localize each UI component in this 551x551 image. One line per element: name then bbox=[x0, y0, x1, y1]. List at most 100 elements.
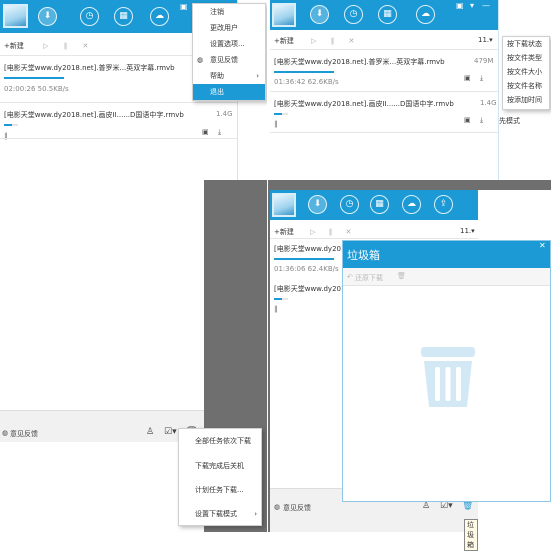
pause-icon[interactable]: ∥ bbox=[64, 42, 68, 50]
delete-icon[interactable]: ✕ bbox=[348, 37, 354, 45]
pause-icon[interactable]: ∥ bbox=[274, 305, 344, 313]
file-name: [电影天堂www.dy2018.net].普罗米 bbox=[274, 245, 390, 253]
sort-icon[interactable]: 11.▾ bbox=[460, 227, 475, 235]
file-name: [电影天堂www.dy2018.net].画皮II......D国语中字.rmv… bbox=[274, 100, 454, 108]
menu-item-feedback[interactable]: ◍ 意见反馈 bbox=[193, 52, 265, 68]
start-icon[interactable]: ▷ bbox=[43, 42, 48, 50]
panel-bottom-left: ◍ 意见反馈 ♙ ☑▾ 🗑 全部任务依次下载 下载完成后关机 计划任务下载...… bbox=[0, 180, 268, 532]
submenu-arrow-icon: › bbox=[254, 510, 257, 518]
pause-icon[interactable]: ∥ bbox=[274, 120, 496, 128]
speed-info: 01:36:42 62.6KB/s bbox=[274, 78, 339, 86]
share-icon[interactable]: ⇪ bbox=[434, 195, 453, 214]
sort-by-size[interactable]: 按文件大小 bbox=[503, 65, 549, 79]
menu-peek-text: 先模式 bbox=[499, 117, 520, 125]
calendar-icon[interactable]: ▦ bbox=[378, 5, 397, 24]
feedback-link[interactable]: 意见反馈 bbox=[283, 503, 311, 513]
file-size: 1.4G bbox=[216, 110, 233, 118]
speed-info: 01:36:06 62.4KB/s bbox=[274, 265, 339, 273]
feedback-link[interactable]: 意见反馈 bbox=[10, 429, 38, 439]
toolbar: +新建 ▷ ∥ ✕ bbox=[274, 227, 474, 237]
restore-button[interactable]: 还原下载 bbox=[355, 273, 383, 283]
delete-forever-icon[interactable]: 🗑 bbox=[397, 272, 406, 280]
play-icon[interactable]: ▣ bbox=[464, 74, 471, 82]
toolbar: +新建 ▷ ∥ ✕ bbox=[274, 36, 494, 46]
progress-bar bbox=[4, 77, 64, 79]
new-task-button[interactable]: +新建 bbox=[4, 42, 24, 50]
trash-icon[interactable]: 🗑 bbox=[462, 501, 473, 511]
download-icon[interactable]: ⬇ bbox=[38, 7, 57, 26]
menu-item-help[interactable]: 帮助 › bbox=[193, 68, 265, 84]
menu-item-shutdown-after[interactable]: 下载完成后关机 bbox=[179, 454, 261, 478]
menu-item-exit[interactable]: 退出 bbox=[193, 84, 265, 100]
new-task-button[interactable]: +新建 bbox=[274, 228, 294, 236]
download-icon[interactable]: ⬇ bbox=[308, 195, 327, 214]
shirt-icon[interactable]: ♙ bbox=[146, 427, 154, 437]
calendar-icon[interactable]: ▦ bbox=[114, 7, 133, 26]
clock-icon[interactable]: ◷ bbox=[80, 7, 99, 26]
download-row[interactable]: [电影天堂www.dy2018.net].画皮II ∥ bbox=[274, 284, 387, 313]
checkbox-menu-icon[interactable]: ☑▾ bbox=[440, 501, 453, 511]
sort-by-name[interactable]: 按文件名称 bbox=[503, 79, 549, 93]
play-icon[interactable]: ▣ bbox=[202, 128, 209, 136]
menu-item-logout[interactable]: 注销 bbox=[193, 4, 265, 20]
user-avatar[interactable] bbox=[272, 3, 296, 27]
feedback-icon: ◍ bbox=[2, 429, 9, 437]
skin-icon[interactable]: ▣ bbox=[456, 2, 464, 10]
file-name: [电影天堂www.dy2018.net].画皮II bbox=[274, 285, 387, 293]
folder-icon[interactable]: ⤓ bbox=[480, 74, 483, 83]
delete-icon[interactable]: ✕ bbox=[82, 42, 88, 50]
menu-item-change-user[interactable]: 更改用户 bbox=[193, 20, 265, 36]
file-name: [电影天堂www.dy2018.net].画皮II......D国语中字.rmv… bbox=[4, 111, 184, 119]
pause-icon[interactable]: ∥ bbox=[329, 228, 333, 236]
progress-bar bbox=[274, 113, 282, 115]
calendar-icon[interactable]: ▦ bbox=[370, 195, 389, 214]
download-row[interactable]: [电影天堂www.dy2018.net].普罗米...英双字幕.rmvb 479… bbox=[274, 57, 496, 86]
folder-icon[interactable]: ⤓ bbox=[480, 116, 483, 125]
menu-item-download-mode[interactable]: 设置下载模式 › bbox=[179, 502, 261, 526]
delete-icon[interactable]: ✕ bbox=[345, 228, 351, 236]
minimize-icon[interactable]: — bbox=[482, 2, 490, 10]
sort-icon[interactable]: 11.▾ bbox=[478, 36, 493, 44]
progress-bar bbox=[274, 298, 282, 300]
menu-icon[interactable]: ▾ bbox=[470, 2, 474, 10]
sort-by-added-time[interactable]: 按添加时间 bbox=[503, 93, 549, 107]
close-icon[interactable]: ✕ bbox=[539, 242, 546, 250]
checkbox-menu-icon[interactable]: ☑▾ bbox=[164, 427, 177, 437]
sort-by-type[interactable]: 按文件类型 bbox=[503, 51, 549, 65]
trash-toolbar: ↶ 还原下载 🗑 bbox=[343, 268, 550, 286]
download-row[interactable]: [电影天堂www.dy2018.net].画皮II......D国语中字.rmv… bbox=[4, 110, 234, 140]
feedback-icon: ◍ bbox=[197, 56, 204, 64]
cloud-download-icon[interactable]: ☁ bbox=[150, 7, 169, 26]
file-name: [电影天堂www.dy2018.net].普罗米...英双字幕.rmvb bbox=[274, 58, 445, 66]
app-header: ⬇ ◷ ▦ ☁ ⇪ bbox=[270, 190, 478, 220]
pause-icon[interactable]: ∥ bbox=[331, 37, 335, 45]
new-task-button[interactable]: +新建 bbox=[274, 37, 294, 45]
cloud-download-icon[interactable]: ☁ bbox=[416, 5, 435, 24]
folder-icon[interactable]: ⤓ bbox=[218, 128, 221, 137]
start-icon[interactable]: ▷ bbox=[310, 228, 315, 236]
play-icon[interactable]: ▣ bbox=[464, 116, 471, 124]
user-avatar[interactable] bbox=[3, 4, 28, 28]
download-icon[interactable]: ⬇ bbox=[310, 5, 329, 24]
file-size: 479M bbox=[474, 57, 494, 65]
clock-icon[interactable]: ◷ bbox=[340, 195, 359, 214]
main-menu: 注销 更改用户 设置选项... ◍ 意见反馈 帮助 › 退出 bbox=[192, 3, 266, 101]
download-row[interactable]: [电影天堂www.dy2018.net].画皮II......D国语中字.rmv… bbox=[274, 99, 497, 128]
panel-bottom-right: ⬇ ◷ ▦ ☁ ⇪ +新建 ▷ ∥ ✕ 11.▾ [电影天堂www.dy2018… bbox=[268, 180, 551, 551]
cloud-download-icon[interactable]: ☁ bbox=[402, 195, 421, 214]
menu-item-scheduled-download[interactable]: 计划任务下载... bbox=[179, 478, 261, 502]
menu-item-sequential-download[interactable]: 全部任务依次下载 bbox=[179, 429, 261, 454]
progress-bar bbox=[274, 71, 334, 73]
start-icon[interactable]: ▷ bbox=[311, 37, 316, 45]
file-size: 1.4G bbox=[480, 99, 497, 107]
skin-icon[interactable]: ▣ bbox=[180, 3, 188, 11]
progress-bar bbox=[274, 258, 334, 260]
clock-icon[interactable]: ◷ bbox=[344, 5, 363, 24]
user-avatar[interactable] bbox=[272, 193, 296, 217]
menu-item-settings[interactable]: 设置选项... bbox=[193, 36, 265, 52]
sort-by-status[interactable]: 按下载状态 bbox=[503, 37, 549, 51]
shirt-icon[interactable]: ♙ bbox=[422, 501, 430, 511]
restore-icon: ↶ bbox=[347, 273, 353, 281]
status-bar: ◍ 意见反馈 ♙ ☑▾ 🗑 bbox=[0, 410, 204, 442]
download-row[interactable]: [电影天堂www.dy2018.net].普罗米 01:36:06 62.4KB… bbox=[274, 244, 390, 273]
